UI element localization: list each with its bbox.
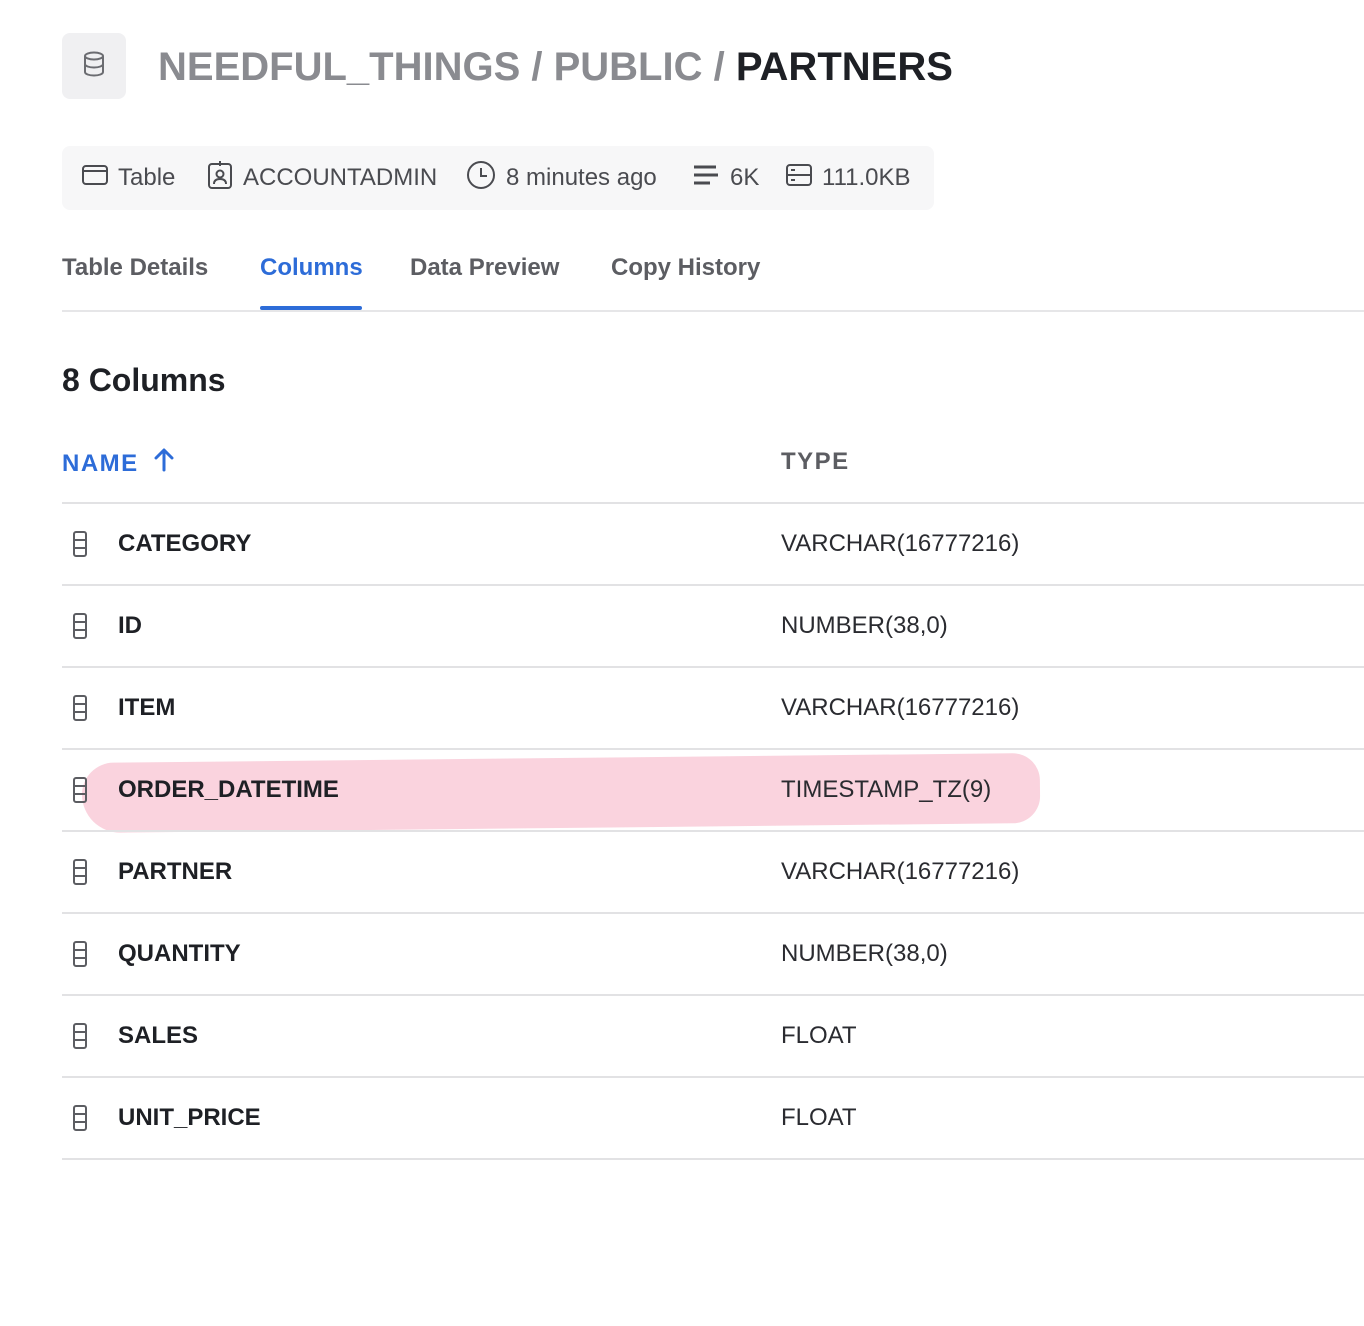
columns-table-body: CATEGORY VARCHAR(16777216) ID NUMBER(38,… bbox=[62, 504, 1364, 1160]
meta-rows: 6K bbox=[692, 146, 759, 210]
tab-copy-history[interactable]: Copy History bbox=[611, 254, 760, 282]
type-column-header[interactable]: TYPE bbox=[781, 448, 850, 476]
table-row-order-datetime[interactable]: ORDER_DATETIME TIMESTAMP_TZ(9) bbox=[62, 750, 1364, 832]
database-icon-box bbox=[62, 33, 126, 99]
rows-icon bbox=[692, 163, 730, 194]
table-row-id[interactable]: ID NUMBER(38,0) bbox=[62, 586, 1364, 668]
meta-size: 111.0KB bbox=[786, 146, 911, 210]
breadcrumb-separator: / bbox=[520, 45, 554, 89]
column-type: TIMESTAMP_TZ(9) bbox=[781, 776, 992, 803]
table-row-unit-price[interactable]: UNIT_PRICE FLOAT bbox=[62, 1078, 1364, 1160]
columns-count-title: 8 Columns bbox=[62, 362, 226, 398]
column-icon bbox=[72, 776, 88, 809]
meta-type-label: Table bbox=[118, 164, 176, 191]
column-name: ORDER_DATETIME bbox=[118, 776, 339, 803]
column-icon bbox=[72, 858, 88, 891]
column-icon bbox=[72, 612, 88, 645]
breadcrumb-separator: / bbox=[702, 45, 736, 89]
breadcrumb: NEEDFUL_THINGS / PUBLIC / PARTNERS bbox=[158, 42, 953, 92]
column-name: QUANTITY bbox=[118, 940, 241, 967]
meta-type: Table bbox=[82, 146, 175, 210]
column-type: VARCHAR(16777216) bbox=[781, 694, 1020, 721]
breadcrumb-database[interactable]: NEEDFUL_THINGS bbox=[158, 45, 520, 89]
arrow-up-icon[interactable] bbox=[139, 448, 175, 479]
column-name: PARTNER bbox=[118, 858, 233, 885]
column-icon bbox=[72, 940, 88, 973]
column-name: UNIT_PRICE bbox=[118, 1104, 261, 1131]
tab-table-details[interactable]: Table Details bbox=[62, 254, 208, 282]
breadcrumb-schema[interactable]: PUBLIC bbox=[554, 45, 703, 89]
meta-rows-label: 6K bbox=[730, 164, 760, 191]
table-row-sales[interactable]: SALES FLOAT bbox=[62, 996, 1364, 1078]
column-type: NUMBER(38,0) bbox=[781, 612, 948, 639]
table-row-category[interactable]: CATEGORY VARCHAR(16777216) bbox=[62, 504, 1364, 586]
column-icon bbox=[72, 694, 88, 727]
tab-data-preview[interactable]: Data Preview bbox=[410, 254, 559, 282]
column-type: NUMBER(38,0) bbox=[781, 940, 948, 967]
meta-owner-label: ACCOUNTADMIN bbox=[243, 164, 438, 191]
column-name: CATEGORY bbox=[118, 530, 252, 557]
storage-icon bbox=[786, 163, 822, 194]
table-row-item[interactable]: ITEM VARCHAR(16777216) bbox=[62, 668, 1364, 750]
column-type: VARCHAR(16777216) bbox=[781, 530, 1020, 557]
database-icon bbox=[82, 51, 106, 82]
name-column-header[interactable]: NAME bbox=[62, 448, 175, 479]
user-badge-icon bbox=[207, 160, 243, 197]
clock-icon bbox=[466, 160, 506, 197]
columns-table-header: NAME TYPE bbox=[62, 424, 1364, 504]
name-header-label: NAME bbox=[62, 449, 139, 477]
tab-bar: Table Details Columns Data Preview Copy … bbox=[62, 240, 1364, 312]
meta-updated-label: 8 minutes ago bbox=[506, 164, 657, 191]
column-type: FLOAT bbox=[781, 1104, 857, 1131]
tab-columns[interactable]: Columns bbox=[260, 254, 363, 282]
column-icon bbox=[72, 1104, 88, 1137]
table-row-quantity[interactable]: QUANTITY NUMBER(38,0) bbox=[62, 914, 1364, 996]
column-name: ID bbox=[118, 612, 142, 639]
column-type: VARCHAR(16777216) bbox=[781, 858, 1020, 885]
column-name: ITEM bbox=[118, 694, 176, 721]
column-icon bbox=[72, 530, 88, 563]
meta-updated: 8 minutes ago bbox=[466, 146, 657, 210]
column-name: SALES bbox=[118, 1022, 199, 1049]
table-icon bbox=[82, 164, 118, 193]
object-meta-bar: Table ACCOUNTADMIN 8 minutes ago 6K 111.… bbox=[62, 146, 934, 210]
meta-size-label: 111.0KB bbox=[822, 164, 911, 191]
active-tab-indicator bbox=[260, 306, 362, 310]
column-type: FLOAT bbox=[781, 1022, 857, 1049]
page-title: PARTNERS bbox=[735, 45, 953, 89]
column-icon bbox=[72, 1022, 88, 1055]
table-row-partner[interactable]: PARTNER VARCHAR(16777216) bbox=[62, 832, 1364, 914]
meta-owner: ACCOUNTADMIN bbox=[207, 146, 437, 210]
